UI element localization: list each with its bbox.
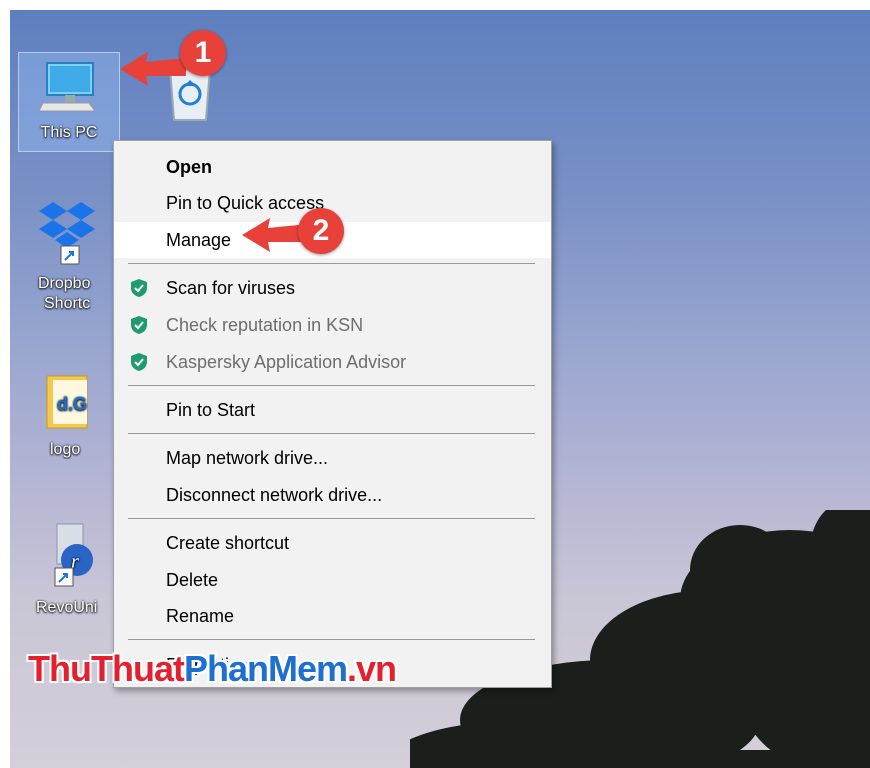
menu-item-pin-start[interactable]: Pin to Start [114, 392, 551, 428]
menu-item-rename[interactable]: Rename [114, 598, 551, 634]
monitor-icon [38, 62, 96, 112]
desktop-icon-label-line2: Shortc [44, 295, 91, 312]
menu-item-label: Create shortcut [166, 533, 290, 553]
menu-item-kaspersky-advisor[interactable]: Kaspersky Application Advisor [114, 344, 551, 380]
desktop-icon-logo[interactable]: d.G logo [18, 370, 118, 470]
annotation-badge-1: 1 [180, 30, 226, 76]
menu-separator [128, 385, 535, 386]
menu-item-check-reputation[interactable]: Check reputation in KSN [114, 307, 551, 343]
menu-item-delete[interactable]: Delete [114, 562, 551, 598]
menu-item-scan-viruses[interactable]: Scan for viruses [114, 270, 551, 306]
kaspersky-shield-icon [131, 353, 147, 371]
menu-separator [128, 263, 535, 264]
menu-item-label: Delete [166, 570, 219, 590]
watermark-part3: .vn [347, 648, 397, 689]
desktop-icon-dropbox[interactable]: Dropbo Shortc [20, 196, 120, 326]
folder-icon: d.G [46, 375, 88, 429]
desktop-icon-label: logo [50, 441, 81, 458]
menu-item-label: Check reputation in KSN [166, 315, 364, 335]
menu-item-label: Open [166, 157, 213, 177]
menu-item-map-drive[interactable]: Map network drive... [114, 440, 551, 476]
watermark-part1: ThuThuat [28, 648, 185, 689]
desktop-icon-label-line1: Dropbo [38, 275, 91, 292]
desktop-icon-revo[interactable]: r RevoUni [20, 520, 120, 620]
desktop-icon-this-pc[interactable]: This PC [18, 52, 120, 152]
menu-item-create-shortcut[interactable]: Create shortcut [114, 525, 551, 561]
menu-item-label: Scan for viruses [166, 278, 296, 298]
watermark: ThuThuatPhanMem.vn [28, 648, 397, 690]
svg-text:d.G: d.G [57, 394, 87, 414]
menu-item-label: Map network drive... [166, 448, 329, 468]
menu-item-open[interactable]: Open [114, 149, 551, 185]
annotation-badge-2: 2 [298, 208, 344, 254]
menu-item-label: Disconnect network drive... [166, 485, 383, 505]
menu-item-label: Rename [166, 606, 235, 626]
dropbox-icon [39, 202, 95, 265]
menu-item-label: Manage [166, 230, 232, 250]
menu-item-label: Pin to Start [166, 400, 256, 420]
desktop-icon-label: RevoUni [36, 599, 98, 616]
menu-separator [128, 639, 535, 640]
watermark-part2: PhanMem [183, 648, 348, 689]
kaspersky-shield-icon [131, 279, 147, 297]
menu-separator [128, 518, 535, 519]
kaspersky-shield-icon [131, 316, 147, 334]
desktop-icon-label: This PC [40, 124, 98, 141]
menu-separator [128, 433, 535, 434]
revo-uninstaller-icon: r [54, 523, 93, 587]
menu-item-label: Kaspersky Application Advisor [166, 352, 407, 372]
menu-item-disconnect-drive[interactable]: Disconnect network drive... [114, 477, 551, 513]
